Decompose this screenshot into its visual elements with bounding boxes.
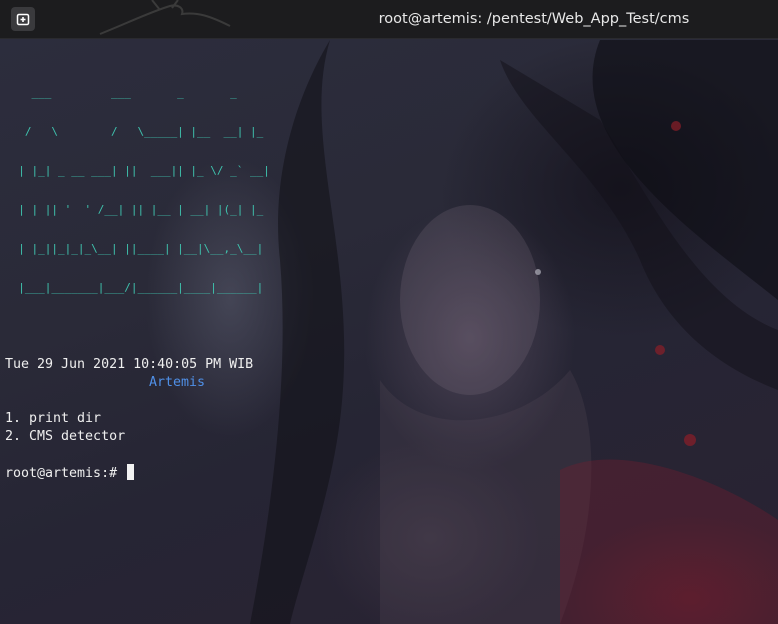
terminal-window: root@artemis: /pentest/Web_App_Test/cms … [0,0,778,624]
date-line: Tue 29 Jun 2021 10:40:05 PM WIB [5,357,254,372]
dragon-decoration-icon [99,0,231,35]
banner-line: | | || ' ' /__| || |__ | __| |(_| |_ [5,203,270,216]
banner-line: |___|_______|___/|______|____|______| [5,281,270,294]
menu-item-cms-detector: 2. CMS detector [5,429,126,444]
banner-line: ___ ___ _ _ [5,86,257,99]
terminal-output[interactable]: ___ ___ _ _ / \ / \_____| |__ __| |_ | |… [5,60,270,482]
menu-item-print-dir: 1. print dir [5,411,102,426]
shell-prompt[interactable]: root@artemis:# [5,464,270,482]
banner-line: / \ / \_____| |__ __| |_ [5,125,270,138]
banner-line: | |_| _ __ ___| || ___|| |_ \/ _` __| [5,164,270,177]
text-cursor [127,464,135,480]
cmsdetect-ascii-banner: ___ ___ _ _ / \ / \_____| |__ __| |_ | |… [5,60,270,320]
banner-line: | |_||_|_|_\__| ||____| |__|\__,_\__| [5,242,264,255]
hostname-label: Artemis [149,375,206,390]
prompt-text: root@artemis:# [5,466,126,481]
title-bar: root@artemis: /pentest/Web_App_Test/cms [0,0,778,39]
